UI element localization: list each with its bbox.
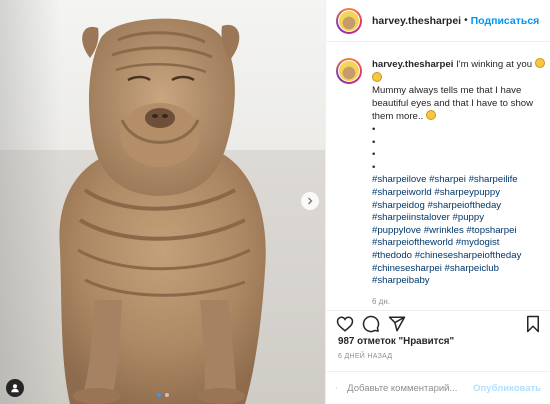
hashtag-link[interactable]: #topsharpei	[466, 225, 516, 236]
hashtag-link[interactable]: #sharpeioftheday	[427, 200, 501, 211]
caption-age[interactable]: 6 дн.	[372, 296, 546, 309]
hashtag-link[interactable]: #puppylove	[372, 225, 421, 236]
user-icon	[11, 384, 19, 393]
hashtag-link[interactable]: #sharpeilove	[372, 174, 426, 185]
post-caption: harvey.thesharpei I'm winking at you Mum…	[336, 58, 546, 308]
caption-bullet: •	[372, 149, 376, 161]
hashtag-list: #sharpeilove #sharpei #sharpeilife #shar…	[372, 174, 546, 287]
likes-label: отметок "Нравится"	[357, 336, 455, 347]
avatar[interactable]	[336, 7, 362, 34]
publish-button[interactable]: Опубликовать	[473, 383, 541, 394]
hashtag-link[interactable]: #sharpeidog	[372, 200, 425, 211]
hashtag-link[interactable]: #sharpeiinstalover	[372, 212, 450, 223]
hashtag-link[interactable]: #sharpeypuppy	[434, 187, 500, 198]
caption-text: harvey.thesharpei I'm winking at you Mum…	[372, 58, 546, 308]
chevron-right-icon	[308, 197, 313, 205]
sharpei-dog-photo	[59, 18, 266, 404]
caption-username[interactable]: harvey.thesharpei	[372, 59, 453, 70]
comment-icon[interactable]	[362, 315, 380, 333]
carousel-indicator	[0, 393, 325, 397]
comment-input[interactable]	[347, 382, 468, 394]
caption-first-line: I'm winking at you	[456, 59, 533, 70]
hashtag-link[interactable]: #puppy	[453, 212, 484, 223]
bookmark-icon[interactable]	[525, 315, 541, 333]
post-sidebar: harvey.thesharpei • Подписаться harvey.t…	[325, 0, 550, 404]
follow-button[interactable]: Подписаться	[471, 15, 540, 27]
post-header: harvey.thesharpei • Подписаться	[326, 0, 550, 42]
hashtag-link[interactable]: #sharpei	[429, 174, 466, 185]
comment-form: Опубликовать	[326, 371, 550, 404]
paper-plane-icon[interactable]	[388, 315, 406, 333]
hashtag-link[interactable]: #sharpeioftheworld	[372, 237, 453, 248]
hashtag-link[interactable]: #sharpeibaby	[372, 275, 430, 286]
username-link[interactable]: harvey.thesharpei	[372, 15, 461, 27]
action-bar	[326, 310, 550, 334]
post-timestamp[interactable]: 6 ДНЕЙ НАЗАД	[338, 353, 392, 360]
separator-dot: •	[464, 15, 468, 26]
smile-emoji-icon	[372, 71, 382, 82]
hashtag-link[interactable]: #thedodo	[372, 250, 412, 261]
smile-emoji-icon	[425, 110, 436, 121]
hashtag-link[interactable]: #mydogist	[456, 237, 500, 248]
hashtag-link[interactable]: #sharpeiworld	[372, 187, 432, 198]
carousel-dot	[156, 393, 161, 397]
likes-count[interactable]: 987 отметок "Нравится"	[338, 336, 454, 347]
caption-bullet: •	[372, 161, 376, 173]
caption-body: Mummy always tells me that I have beauti…	[372, 85, 534, 123]
hashtag-link[interactable]: #wrinkles	[424, 225, 464, 236]
hashtag-link[interactable]: #sharpeilife	[469, 174, 518, 185]
next-slide-button[interactable]	[301, 192, 319, 210]
tagged-users-button[interactable]	[6, 379, 24, 397]
heart-icon[interactable]	[336, 315, 354, 333]
hashtag-link[interactable]: #chinesesharpei	[372, 263, 442, 274]
hashtag-link[interactable]: #sharpeiclub	[445, 263, 499, 274]
carousel-dot	[164, 393, 169, 397]
wink-emoji-icon	[534, 58, 545, 68]
likes-number: 987	[338, 336, 355, 347]
caption-bullet: •	[372, 136, 376, 148]
caption-bullet: •	[372, 123, 376, 135]
post-media[interactable]	[0, 0, 325, 404]
smiley-icon[interactable]	[336, 380, 338, 396]
caption-avatar[interactable]	[336, 58, 362, 84]
hashtag-link[interactable]: #chinesesharpeioftheday	[415, 250, 522, 261]
